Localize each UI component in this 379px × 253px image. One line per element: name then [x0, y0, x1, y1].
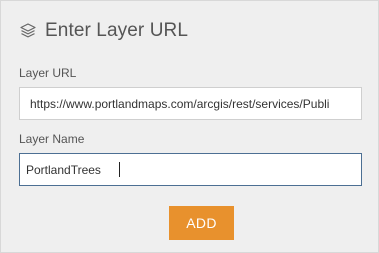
text-cursor: [119, 162, 120, 177]
layer-url-input[interactable]: [19, 87, 362, 120]
layers-icon: [19, 22, 37, 40]
layer-name-label: Layer Name: [19, 132, 85, 146]
layer-name-input[interactable]: [19, 153, 362, 186]
enter-layer-url-panel: Enter Layer URL Layer URL Layer Name ADD: [0, 0, 379, 253]
add-button[interactable]: ADD: [169, 206, 234, 240]
layer-url-label: Layer URL: [19, 66, 77, 80]
panel-title: Enter Layer URL: [45, 20, 189, 41]
panel-header: Enter Layer URL: [19, 20, 188, 42]
